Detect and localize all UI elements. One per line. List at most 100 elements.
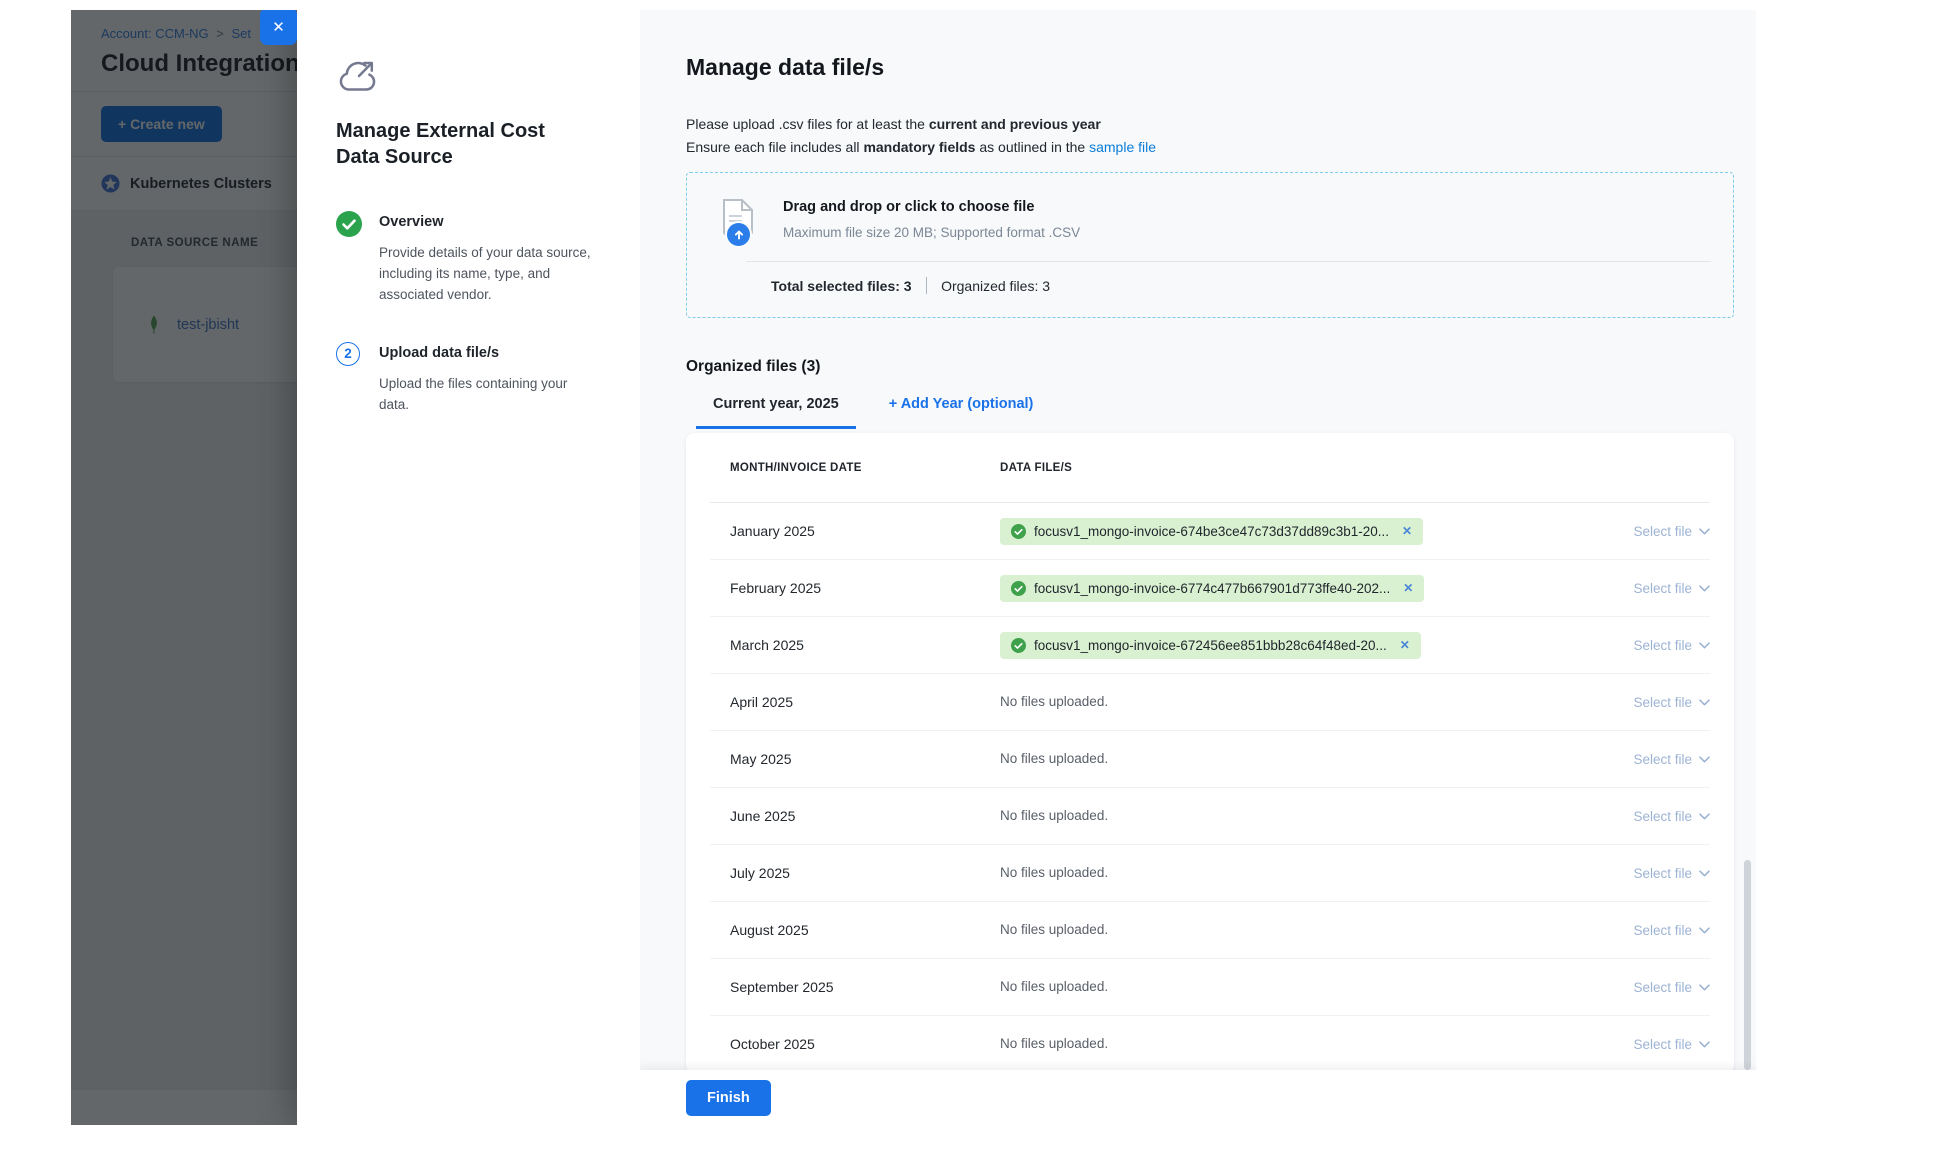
- no-files-text: No files uploaded.: [1000, 979, 1108, 994]
- cloud-external-icon: [336, 55, 600, 100]
- month-label: January 2025: [710, 523, 1000, 539]
- step-number-icon: 2: [336, 342, 360, 366]
- file-cell: No files uploaded.: [1000, 693, 1560, 711]
- remove-file-icon[interactable]: ✕: [1400, 638, 1410, 652]
- remove-file-icon[interactable]: ✕: [1402, 524, 1412, 538]
- file-name: focusv1_mongo-invoice-674be3ce47c73d37dd…: [1034, 524, 1389, 539]
- select-file-label: Select file: [1633, 695, 1692, 710]
- close-icon: ✕: [272, 18, 285, 36]
- table-row: February 2025 focusv1_mongo-invoice-6774…: [710, 560, 1710, 617]
- dropzone-divider: [746, 261, 1711, 262]
- check-circle-icon: [1011, 581, 1026, 596]
- select-file-label: Select file: [1633, 980, 1692, 995]
- month-label: August 2025: [710, 922, 1000, 938]
- file-cell: No files uploaded.: [1000, 1035, 1560, 1053]
- select-file-label: Select file: [1633, 809, 1692, 824]
- no-files-text: No files uploaded.: [1000, 808, 1108, 823]
- total-selected-files: Total selected files: 3: [771, 278, 912, 294]
- month-label: February 2025: [710, 580, 1000, 596]
- wizard-steps: Overview Provide details of your data so…: [336, 211, 600, 416]
- file-dropzone[interactable]: Drag and drop or click to choose file Ma…: [686, 172, 1734, 318]
- column-month-invoice-date: MONTH/INVOICE DATE: [710, 462, 1000, 474]
- app-window: Account: CCM-NG > Set Cloud Integration …: [71, 10, 1756, 1125]
- month-label: June 2025: [710, 808, 1000, 824]
- drawer-footer: Finish: [640, 1070, 1756, 1125]
- column-data-files: DATA FILE/S: [1000, 462, 1560, 474]
- finish-button[interactable]: Finish: [686, 1080, 771, 1116]
- chevron-down-icon: [1699, 756, 1710, 763]
- select-file-label: Select file: [1633, 752, 1692, 767]
- select-file-dropdown[interactable]: Select file: [1560, 809, 1710, 824]
- table-row: April 2025 No files uploaded. Select fil…: [710, 674, 1710, 731]
- table-row: January 2025 focusv1_mongo-invoice-674be…: [710, 503, 1710, 560]
- step-upload-data-files[interactable]: 2 Upload data file/s Upload the files co…: [336, 342, 600, 416]
- no-files-text: No files uploaded.: [1000, 694, 1108, 709]
- chevron-down-icon: [1699, 528, 1710, 535]
- no-files-text: No files uploaded.: [1000, 1036, 1108, 1051]
- no-files-text: No files uploaded.: [1000, 751, 1108, 766]
- no-files-text: No files uploaded.: [1000, 922, 1108, 937]
- step-completed-icon: [336, 211, 362, 237]
- step-overview[interactable]: Overview Provide details of your data so…: [336, 211, 600, 306]
- file-cell: focusv1_mongo-invoice-674be3ce47c73d37dd…: [1000, 518, 1560, 545]
- file-cell: No files uploaded.: [1000, 807, 1560, 825]
- file-cell: No files uploaded.: [1000, 921, 1560, 939]
- tab-current-year[interactable]: Current year, 2025: [696, 396, 856, 429]
- stats-divider: [926, 277, 928, 294]
- check-circle-icon: [1011, 638, 1026, 653]
- wizard-title: Manage External Cost Data Source: [336, 118, 581, 171]
- sample-file-link[interactable]: sample file: [1089, 139, 1156, 155]
- uploaded-file-chip: focusv1_mongo-invoice-6774c477b667901d77…: [1000, 575, 1424, 602]
- table-row: October 2025 No files uploaded. Select f…: [710, 1016, 1710, 1073]
- step-upload-label: Upload data file/s: [379, 342, 594, 361]
- wizard-panel: Manage External Cost Data Source Overvie…: [297, 10, 640, 1125]
- select-file-label: Select file: [1633, 866, 1692, 881]
- chevron-down-icon: [1699, 585, 1710, 592]
- remove-file-icon[interactable]: ✕: [1403, 581, 1413, 595]
- chevron-down-icon: [1699, 870, 1710, 877]
- chevron-down-icon: [1699, 699, 1710, 706]
- select-file-label: Select file: [1633, 923, 1692, 938]
- close-button[interactable]: ✕: [260, 10, 297, 45]
- no-files-text: No files uploaded.: [1000, 865, 1108, 880]
- check-circle-icon: [1011, 524, 1026, 539]
- file-cell: focusv1_mongo-invoice-6774c477b667901d77…: [1000, 575, 1560, 602]
- chevron-down-icon: [1699, 984, 1710, 991]
- uploaded-file-chip: focusv1_mongo-invoice-672456ee851bbb28c6…: [1000, 632, 1421, 659]
- table-body: January 2025 focusv1_mongo-invoice-674be…: [710, 503, 1710, 1073]
- select-file-dropdown[interactable]: Select file: [1560, 695, 1710, 710]
- month-label: March 2025: [710, 637, 1000, 653]
- file-cell: No files uploaded.: [1000, 978, 1560, 996]
- add-year-button[interactable]: + Add Year (optional): [872, 396, 1051, 429]
- month-label: April 2025: [710, 694, 1000, 710]
- year-tabs: Current year, 2025 + Add Year (optional): [686, 396, 1734, 429]
- select-file-dropdown[interactable]: Select file: [1560, 923, 1710, 938]
- select-file-dropdown[interactable]: Select file: [1560, 980, 1710, 995]
- file-name: focusv1_mongo-invoice-6774c477b667901d77…: [1034, 581, 1390, 596]
- main-title: Manage data file/s: [686, 54, 1734, 81]
- instruction-line-2: Ensure each file includes all mandatory …: [686, 136, 1734, 159]
- scrollbar-thumb[interactable]: [1744, 860, 1751, 1070]
- select-file-label: Select file: [1633, 581, 1692, 596]
- upload-file-icon: [721, 197, 759, 241]
- table-row: May 2025 No files uploaded. Select file: [710, 731, 1710, 788]
- upload-main-panel: Manage data file/s Please upload .csv fi…: [640, 10, 1756, 1125]
- table-row: August 2025 No files uploaded. Select fi…: [710, 902, 1710, 959]
- month-label: July 2025: [710, 865, 1000, 881]
- organized-files-heading: Organized files (3): [686, 358, 1734, 376]
- select-file-dropdown[interactable]: Select file: [1560, 1037, 1710, 1052]
- file-stats: Total selected files: 3 Organized files:…: [771, 277, 1050, 294]
- select-file-label: Select file: [1633, 524, 1692, 539]
- dropzone-title: Drag and drop or click to choose file: [783, 197, 1080, 215]
- chevron-down-icon: [1699, 642, 1710, 649]
- select-file-dropdown[interactable]: Select file: [1560, 638, 1710, 653]
- table-row: September 2025 No files uploaded. Select…: [710, 959, 1710, 1016]
- select-file-dropdown[interactable]: Select file: [1560, 752, 1710, 767]
- select-file-dropdown[interactable]: Select file: [1560, 866, 1710, 881]
- file-cell: focusv1_mongo-invoice-672456ee851bbb28c6…: [1000, 632, 1560, 659]
- select-file-dropdown[interactable]: Select file: [1560, 524, 1710, 539]
- uploaded-file-chip: focusv1_mongo-invoice-674be3ce47c73d37dd…: [1000, 518, 1423, 545]
- select-file-dropdown[interactable]: Select file: [1560, 581, 1710, 596]
- step-overview-description: Provide details of your data source, inc…: [379, 242, 594, 306]
- select-file-label: Select file: [1633, 1037, 1692, 1052]
